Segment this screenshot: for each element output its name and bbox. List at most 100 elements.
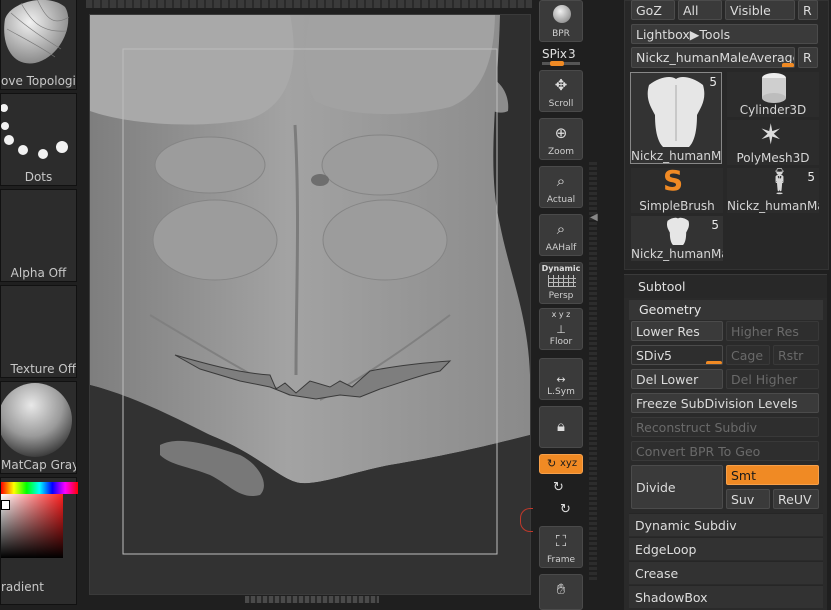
move-button[interactable]: ✋︎ xyxy=(539,574,583,610)
thumb-label: Nickz_humanMa xyxy=(727,199,819,213)
stroke-label: Dots xyxy=(24,170,53,184)
higher-res-button[interactable]: Higher Res xyxy=(726,321,819,341)
color-picker-tile[interactable]: radient xyxy=(0,477,78,605)
lightbox-tools-button[interactable]: Lightbox▶Tools xyxy=(631,24,818,44)
bpr-sphere-icon xyxy=(553,5,571,23)
floor-button[interactable]: x y z ⊥ Floor xyxy=(539,308,583,350)
red-indicator-icon xyxy=(520,508,533,532)
subtool-count: 5 xyxy=(807,170,815,184)
shadowbox-section[interactable]: ShadowBox xyxy=(629,585,823,608)
xyz-axes-label: x y z xyxy=(551,310,571,319)
cage-button[interactable]: Cage xyxy=(726,345,770,365)
lsym-button[interactable]: ↔ L.Sym xyxy=(539,358,583,400)
collapse-arrow-icon[interactable]: ◀ xyxy=(590,212,598,223)
material-tile[interactable]: MatCap Gray xyxy=(0,381,77,474)
bpr-label: BPR xyxy=(552,29,570,39)
rotate-xyz-button[interactable]: ↻ xyz xyxy=(539,454,583,474)
divide-button[interactable]: Divide xyxy=(631,465,723,509)
suv-toggle[interactable]: Suv xyxy=(726,489,770,509)
lock-button[interactable]: 🔒︎ xyxy=(539,406,583,448)
all-button[interactable]: All xyxy=(678,0,722,20)
reconstruct-subdiv-button[interactable]: Reconstruct Subdiv xyxy=(631,417,819,437)
persp-button[interactable]: Dynamic Persp xyxy=(539,262,583,304)
freeze-subdivision-button[interactable]: Freeze SubDivision Levels xyxy=(631,393,819,413)
aahalf-label: AAHalf xyxy=(545,243,577,253)
human-torso-small-icon xyxy=(664,217,692,248)
convert-bpr-button[interactable]: Convert BPR To Geo xyxy=(631,441,819,461)
matcap-sphere-icon xyxy=(0,382,78,461)
brush-tile[interactable]: ove Topological xyxy=(0,0,77,90)
current-tool-fill xyxy=(782,63,794,67)
alpha-tile[interactable]: Alpha Off xyxy=(0,189,77,282)
crease-section[interactable]: Crease xyxy=(629,561,823,584)
lower-res-button[interactable]: Lower Res xyxy=(631,321,723,341)
del-lower-button[interactable]: Del Lower xyxy=(631,369,723,389)
reuv-toggle[interactable]: ReUV xyxy=(773,489,819,509)
color-swatch[interactable] xyxy=(1,500,10,510)
persp-grid-icon xyxy=(548,275,576,287)
bpr-render-button[interactable]: BPR xyxy=(539,0,583,42)
color-gradient-square[interactable] xyxy=(1,494,63,558)
scroll-button[interactable]: ✥ Scroll xyxy=(539,70,583,112)
hand-scroll-icon: ✥ xyxy=(554,76,568,94)
tool-thumb-human-figure[interactable]: 🕴︎ 5 Nickz_humanMa xyxy=(727,168,819,213)
spix-slider[interactable]: SPix 3 xyxy=(539,45,583,67)
thumb-label: Cylinder3D xyxy=(739,103,807,117)
tool-thumb-polymesh[interactable]: ✶ PolyMesh3D xyxy=(727,120,819,165)
persp-label: Persp xyxy=(548,291,574,301)
floor-label: Floor xyxy=(549,337,573,347)
current-tool-r-button[interactable]: R xyxy=(798,47,818,68)
zoom-button[interactable]: ⊕ Zoom xyxy=(539,118,583,160)
dynamic-label: Dynamic xyxy=(541,264,581,273)
stroke-tile[interactable]: Dots xyxy=(0,93,77,186)
cylinder-thumb-icon xyxy=(759,72,789,107)
thumb-label: SimpleBrush xyxy=(639,199,715,213)
scroll-label: Scroll xyxy=(548,99,574,109)
tool-thumb-human-active[interactable]: 5 Nickz_humanMa xyxy=(630,72,722,164)
frame-corners-icon: ⛶ xyxy=(555,532,567,550)
material-label: MatCap Gray xyxy=(1,458,76,472)
brush-preview-icon xyxy=(1,0,71,71)
sdiv-label: SDiv xyxy=(636,348,665,363)
xyz-label: xyz xyxy=(560,458,578,469)
subtool-header[interactable]: Subtool xyxy=(624,274,827,299)
viewport-bottom-bar xyxy=(245,596,379,603)
texture-tile[interactable]: Texture Off xyxy=(0,285,77,378)
smt-toggle[interactable]: Smt xyxy=(726,465,819,485)
thumb-label: Nickz_humanMa xyxy=(631,149,721,163)
panel-divider[interactable] xyxy=(589,160,597,580)
magnifier-actual-icon: ⌕ xyxy=(556,172,566,190)
lsym-label: L.Sym xyxy=(547,387,575,397)
dots-stroke-icon xyxy=(0,94,78,164)
rotate-z-icon[interactable]: ↻ xyxy=(560,502,571,517)
hue-strip[interactable] xyxy=(1,482,78,494)
actual-button[interactable]: ⌕ Actual xyxy=(539,166,583,208)
thumb-label: Nickz_humanMa xyxy=(631,247,723,261)
rotate-y-icon[interactable]: ↻ xyxy=(553,480,564,495)
dynamic-subdiv-section[interactable]: Dynamic Subdiv xyxy=(629,513,823,536)
rotate-xyz-icon: ↻ xyxy=(547,457,557,470)
subtool-label: Subtool xyxy=(638,279,686,294)
spix-fill xyxy=(550,61,564,66)
rstr-button[interactable]: Rstr xyxy=(773,345,819,365)
frame-button[interactable]: ⛶ Frame xyxy=(539,526,583,568)
tool-thumb-simplebrush[interactable]: S SimpleBrush xyxy=(631,164,723,213)
visible-button[interactable]: Visible xyxy=(725,0,795,20)
del-higher-button[interactable]: Del Higher xyxy=(726,369,819,389)
aahalf-button[interactable]: ⌕ AAHalf xyxy=(539,214,583,256)
tool-thumb-cylinder[interactable]: Cylinder3D xyxy=(727,72,819,117)
current-tool-slider[interactable]: Nickz_humanMaleAverage_ xyxy=(631,47,795,68)
geometry-header[interactable]: Geometry xyxy=(629,300,823,320)
frame-label: Frame xyxy=(546,555,576,565)
tool-thumb-human-small[interactable]: 5 Nickz_humanMa xyxy=(631,216,723,261)
edgeloop-section[interactable]: EdgeLoop xyxy=(629,537,823,560)
canvas-viewport[interactable] xyxy=(89,14,531,595)
sdiv-value: 5 xyxy=(664,348,672,363)
spix-value: 3 xyxy=(568,47,576,61)
goz-button[interactable]: GoZ xyxy=(631,0,675,20)
sdiv-slider[interactable]: SDiv 5 xyxy=(631,345,723,365)
spix-label: SPix xyxy=(542,47,568,61)
r-button[interactable]: R xyxy=(798,0,818,20)
subtool-count: 5 xyxy=(711,218,719,232)
sdiv-fill xyxy=(706,361,722,364)
